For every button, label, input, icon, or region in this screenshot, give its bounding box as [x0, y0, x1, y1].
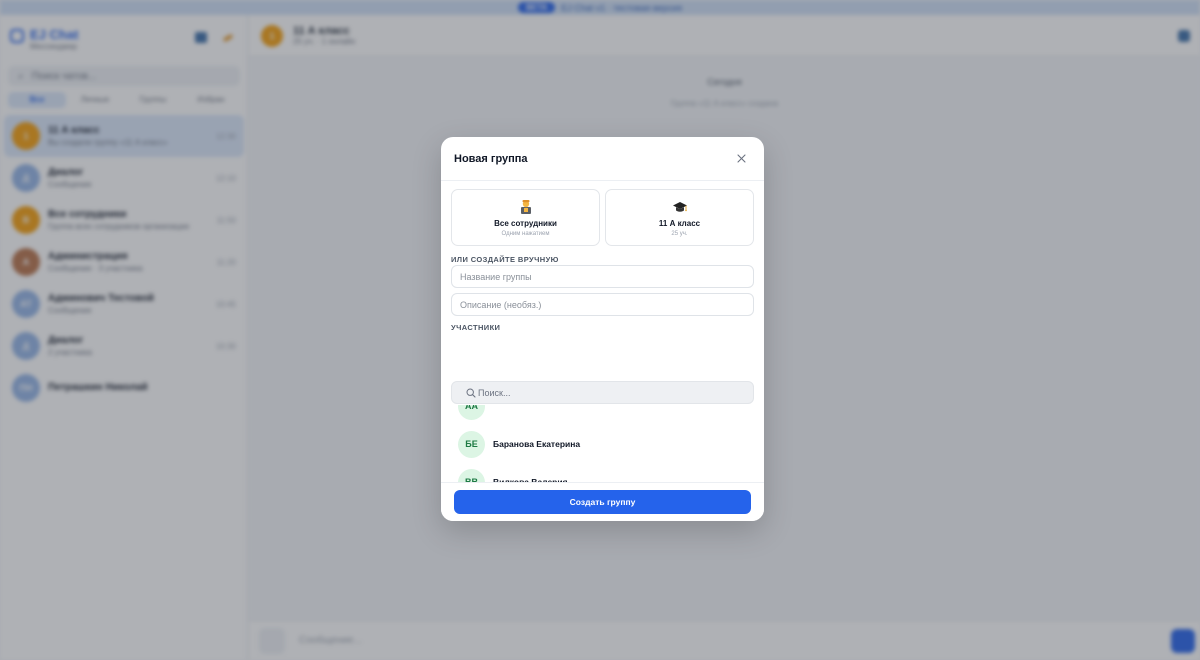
- member-name: Баранова Екатерина: [493, 439, 581, 449]
- group-description-input[interactable]: [451, 293, 754, 316]
- member-avatar: АА: [458, 405, 485, 420]
- member-list-scroll[interactable]: АА БЕ Баранова Екатерина ВВВилкова ВалерияВ…: [441, 405, 764, 482]
- preset-class-11a[interactable]: 11 А класс 25 уч.: [605, 189, 754, 246]
- dialog-body: Все сотрудники Одним нажатием 11 А класс…: [441, 181, 764, 482]
- close-button[interactable]: [732, 150, 750, 168]
- member-list-item[interactable]: ВВ Вилкова Валерия: [441, 463, 764, 482]
- preset-name: Все сотрудники: [494, 218, 557, 228]
- preset-subtitle: 25 уч.: [671, 230, 688, 237]
- member-list: АА БЕ Баранова Екатерина ВВВилкова ВалерияВ…: [441, 405, 764, 482]
- member-search-field[interactable]: [451, 381, 754, 404]
- dialog-title: Новая группа: [454, 152, 528, 165]
- app-root: BETA EJ Chat v1 · тестовая версия EJ Cha…: [0, 0, 1200, 660]
- preset-name: 11 А класс: [658, 218, 701, 228]
- member-avatar: БЕ: [458, 430, 485, 458]
- create-group-button[interactable]: Создать группу: [454, 490, 751, 514]
- search-icon: [466, 387, 476, 398]
- member-list-item[interactable]: АА: [441, 405, 764, 425]
- preset-subtitle: Одним нажатием: [501, 230, 550, 237]
- graduation-cap-icon: [672, 201, 687, 212]
- manual-section-label: ИЛИ СОЗДАЙТЕ ВРУЧНУЮ: [451, 255, 559, 264]
- member-avatar: ВВ: [458, 468, 485, 482]
- members-section-label: УЧАСТНИКИ: [451, 323, 501, 332]
- group-name-input[interactable]: [451, 265, 754, 288]
- group-presets: Все сотрудники Одним нажатием 11 А класс…: [451, 189, 754, 246]
- new-group-dialog: Новая группа Все сотрудники Одним нажати…: [441, 137, 764, 521]
- member-list-item[interactable]: БЕ Баранова Екатерина: [441, 425, 764, 463]
- close-icon: [736, 154, 746, 163]
- dialog-header: Новая группа: [441, 137, 764, 181]
- preset-all-staff[interactable]: Все сотрудники Одним нажатием: [451, 189, 600, 246]
- member-search-input[interactable]: [478, 387, 753, 398]
- staff-icon: [520, 199, 531, 214]
- dialog-footer: Создать группу: [441, 482, 764, 521]
